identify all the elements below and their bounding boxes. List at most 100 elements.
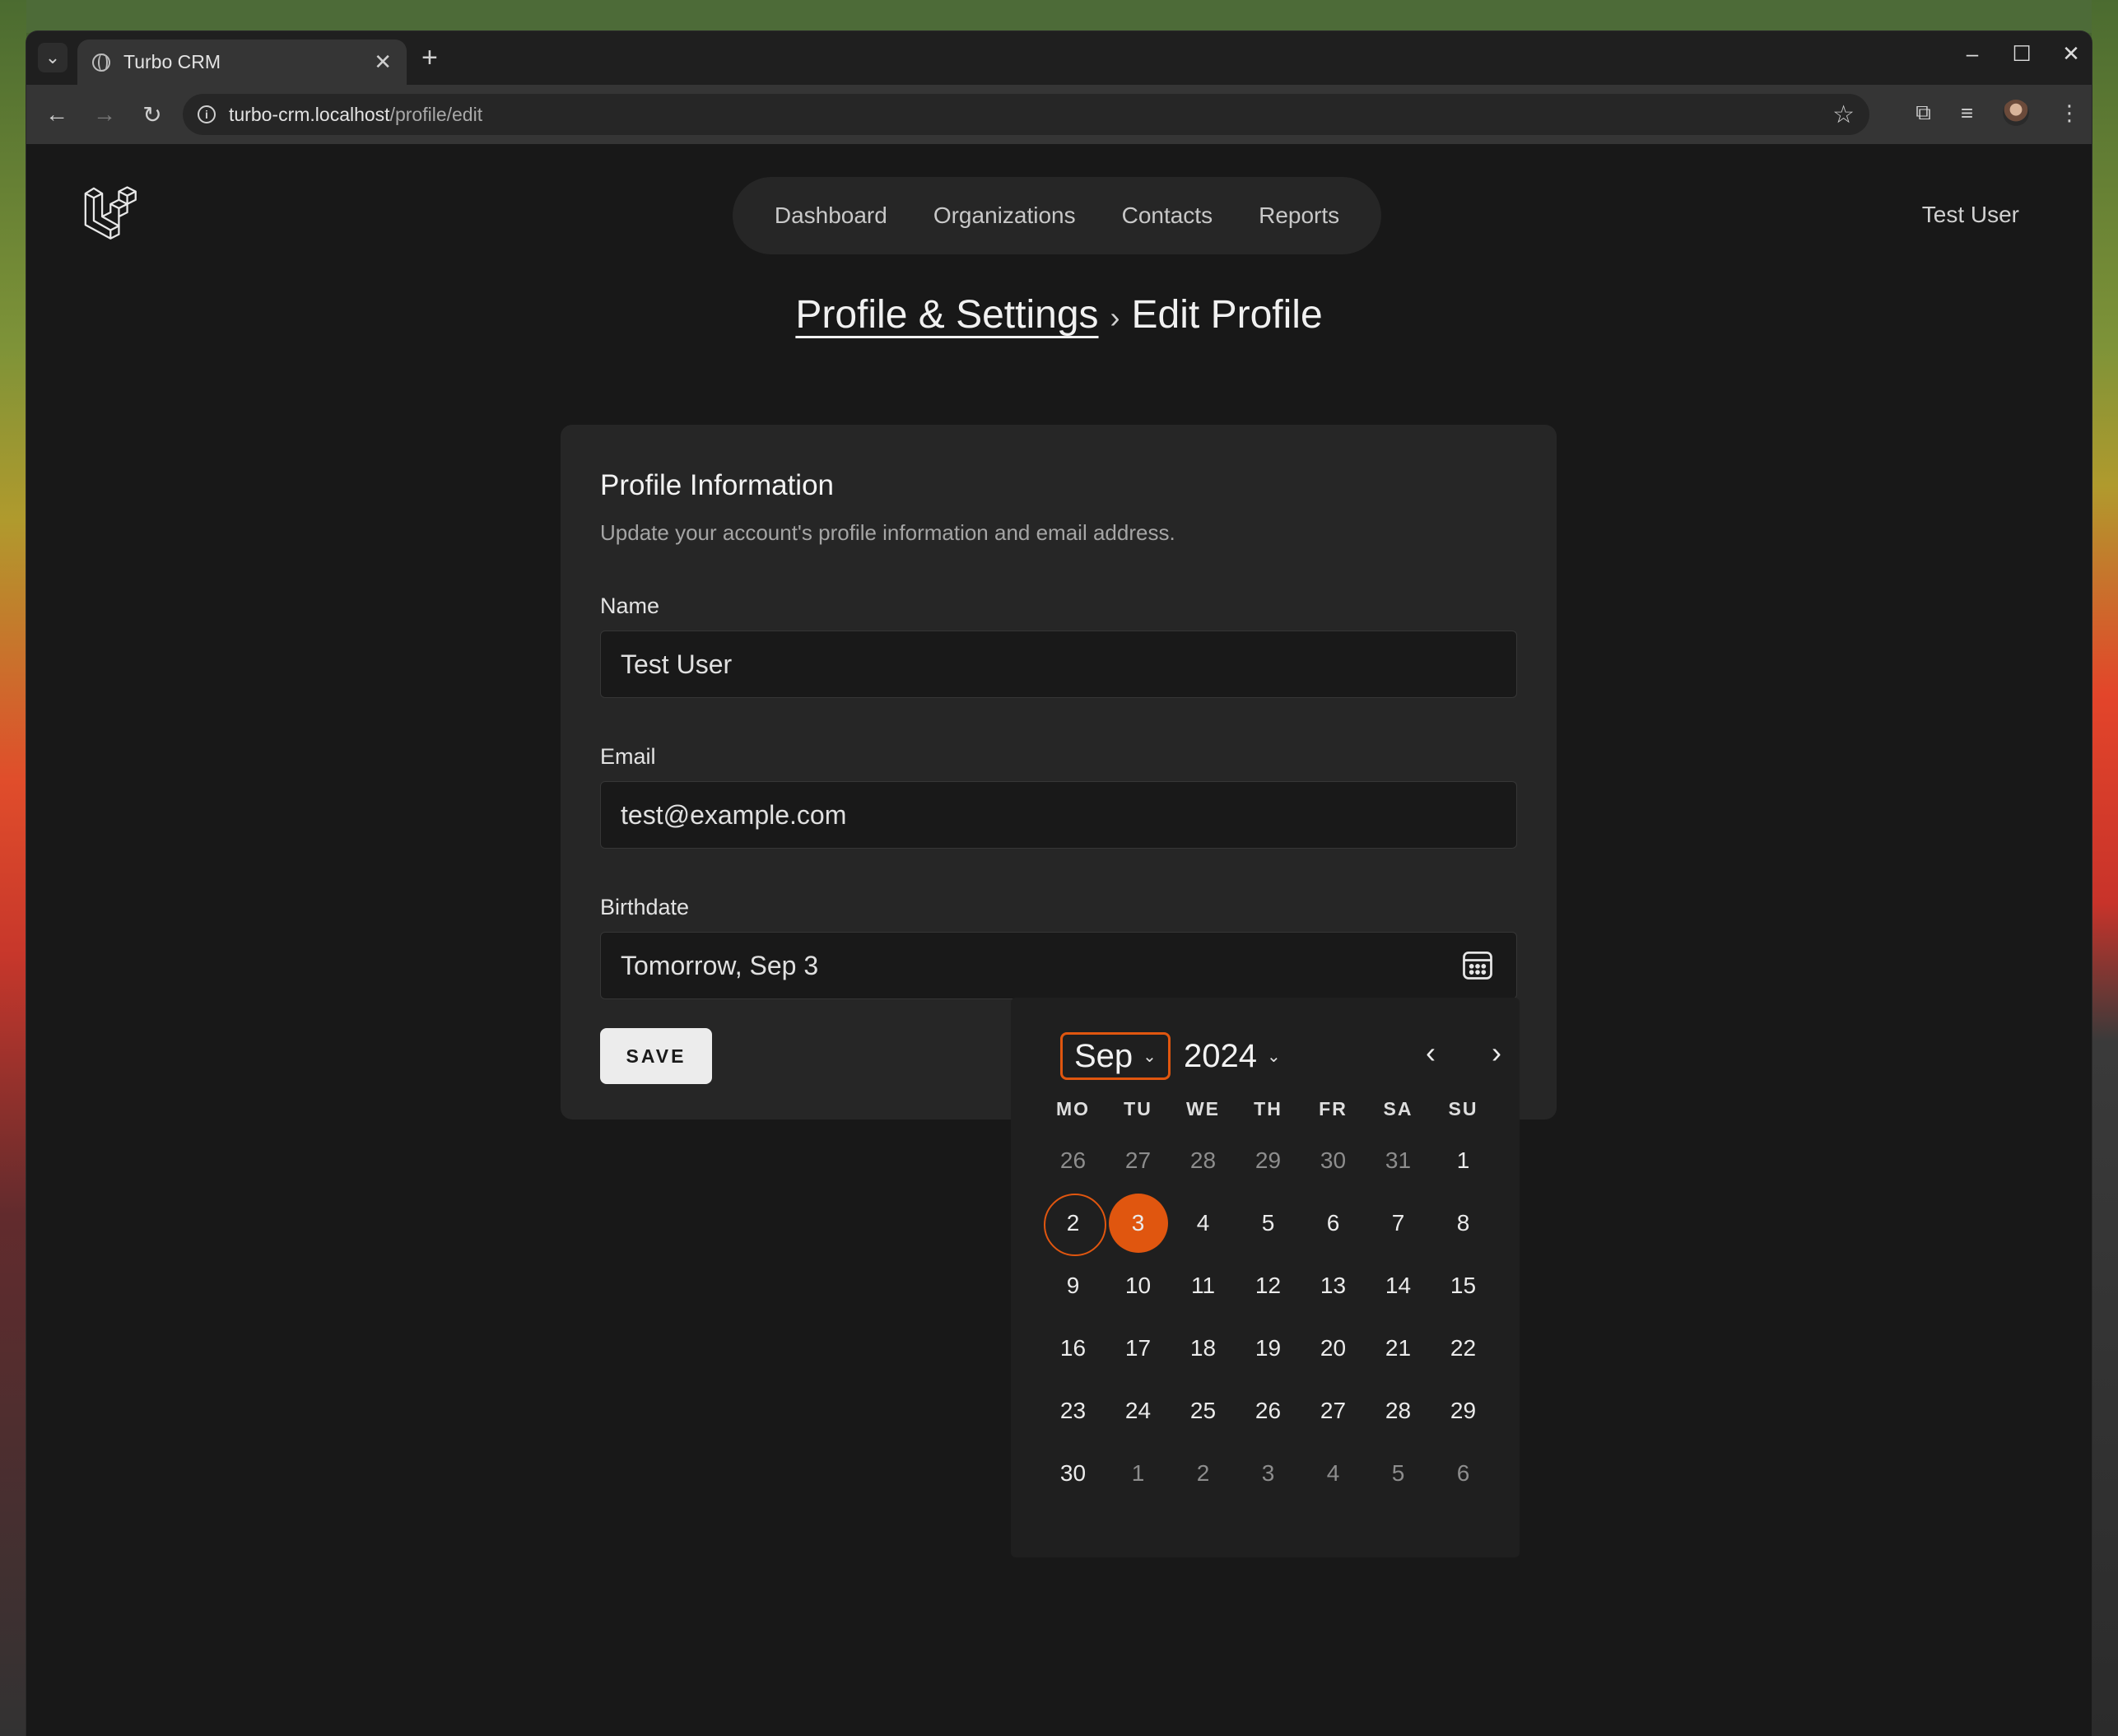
month-select[interactable]: Sep ⌄ — [1060, 1032, 1171, 1080]
calendar-day[interactable]: 9 — [1040, 1254, 1106, 1317]
calendar-day[interactable]: 29 — [1236, 1129, 1301, 1192]
calendar-day[interactable]: 20 — [1301, 1317, 1366, 1380]
calendar-day-number: 14 — [1385, 1273, 1412, 1298]
maximize-icon[interactable]: ☐ — [2011, 41, 2032, 67]
calendar-day-number: 29 — [1450, 1398, 1477, 1423]
year-select[interactable]: 2024 ⌄ — [1184, 1032, 1281, 1080]
save-button[interactable]: SAVE — [600, 1028, 712, 1084]
year-value: 2024 — [1184, 1037, 1257, 1074]
calendar-icon[interactable] — [1456, 943, 1499, 986]
nav-reports[interactable]: Reports — [1259, 202, 1339, 229]
tab-search-dropdown-icon[interactable]: ⌄ — [38, 43, 67, 72]
globe-icon — [92, 53, 110, 72]
profile-avatar-icon[interactable] — [2003, 100, 2029, 126]
email-input[interactable]: test@example.com — [600, 781, 1517, 849]
calendar-day-number: 25 — [1189, 1398, 1217, 1423]
calendar-week-row: 26 27 28 29 30 31 1 — [1040, 1129, 1495, 1192]
calendar-day[interactable]: 13 — [1301, 1254, 1366, 1317]
close-window-icon[interactable]: ✕ — [2060, 41, 2082, 67]
calendar-day[interactable]: 14 — [1366, 1254, 1431, 1317]
weekday-label: MO — [1055, 1098, 1091, 1119]
calendar-day-number: 1 — [1456, 1147, 1470, 1173]
calendar-day[interactable]: 8 — [1431, 1192, 1496, 1254]
page-content: Dashboard Organizations Contacts Reports… — [26, 144, 2092, 1736]
calendar-day[interactable]: 27 — [1301, 1380, 1366, 1442]
extensions-puzzle-icon[interactable]: ⧉ — [1916, 100, 1931, 126]
calendar-day[interactable]: 27 — [1106, 1129, 1171, 1192]
name-label: Name — [600, 593, 660, 618]
calendar-day[interactable]: 11 — [1171, 1254, 1236, 1317]
calendar-day[interactable]: 12 — [1236, 1254, 1301, 1317]
user-menu[interactable]: Test User — [1922, 202, 2019, 228]
calendar-day[interactable]: 4 — [1171, 1192, 1236, 1254]
calendar-day[interactable]: 29 — [1431, 1380, 1496, 1442]
calendar-day[interactable]: 26 — [1040, 1129, 1106, 1192]
calendar-day[interactable]: 5 — [1236, 1192, 1301, 1254]
reload-icon[interactable]: ↻ — [128, 101, 176, 128]
calendar-day[interactable]: 31 — [1366, 1129, 1431, 1192]
calendar-day[interactable]: 26 — [1236, 1380, 1301, 1442]
breadcrumb-profile-settings-link[interactable]: Profile & Settings — [795, 293, 1098, 337]
close-tab-icon[interactable]: ✕ — [374, 49, 392, 75]
calendar-day[interactable]: 3 — [1236, 1442, 1301, 1505]
calendar-day[interactable]: 1 — [1106, 1442, 1171, 1505]
nav-dashboard[interactable]: Dashboard — [775, 202, 887, 229]
minimize-icon[interactable]: – — [1962, 41, 1983, 67]
calendar-day-number: 26 — [1255, 1398, 1282, 1423]
site-info-icon[interactable]: i — [198, 105, 216, 123]
birthdate-input[interactable]: Tomorrow, Sep 3 — [600, 932, 1517, 999]
nav-contacts[interactable]: Contacts — [1122, 202, 1213, 229]
calendar-day[interactable]: 24 — [1106, 1380, 1171, 1442]
calendar-day[interactable]: 1 — [1431, 1129, 1496, 1192]
name-input[interactable]: Test User — [600, 631, 1517, 698]
calendar-day[interactable]: 23 — [1040, 1380, 1106, 1442]
calendar-week-row: 9 10 11 12 13 14 15 — [1040, 1254, 1495, 1317]
calendar-day[interactable]: 15 — [1431, 1254, 1496, 1317]
calendar-day[interactable]: 25 — [1171, 1380, 1236, 1442]
calendar-week-row: 30 1 2 3 4 5 6 — [1040, 1442, 1495, 1505]
nav-organizations[interactable]: Organizations — [933, 202, 1076, 229]
calendar-day[interactable]: 28 — [1171, 1129, 1236, 1192]
calendar-day-number: 7 — [1391, 1210, 1405, 1236]
date-picker-header: Sep ⌄ 2024 ⌄ ‹ › — [1036, 998, 1501, 1088]
bookmark-star-icon[interactable]: ☆ — [1832, 100, 1855, 129]
calendar-day[interactable]: 21 — [1366, 1317, 1431, 1380]
calendar-week-row: 23 24 25 26 27 28 29 — [1040, 1380, 1495, 1442]
forward-arrow-icon[interactable]: → — [81, 101, 128, 128]
calendar-day[interactable]: 6 — [1301, 1192, 1366, 1254]
calendar-day[interactable]: 17 — [1106, 1317, 1171, 1380]
previous-month-chevron-left-icon[interactable]: ‹ — [1414, 1036, 1447, 1070]
calendar-day[interactable]: 6 — [1431, 1442, 1496, 1505]
calendar-day[interactable]: 18 — [1171, 1317, 1236, 1380]
calendar-day[interactable]: 22 — [1431, 1317, 1496, 1380]
calendar-day[interactable]: 30 — [1301, 1129, 1366, 1192]
calendar-day[interactable]: 2 — [1171, 1442, 1236, 1505]
calendar-day[interactable]: 5 — [1366, 1442, 1431, 1505]
next-month-chevron-right-icon[interactable]: › — [1480, 1036, 1513, 1070]
browser-tab[interactable]: Turbo CRM ✕ — [77, 40, 407, 85]
calendar-day-number: 30 — [1059, 1460, 1087, 1486]
calendar-day[interactable]: 3 — [1106, 1192, 1171, 1254]
laravel-logo-icon[interactable] — [82, 185, 137, 240]
calendar-day-number: 20 — [1320, 1335, 1347, 1361]
calendar-day[interactable]: 4 — [1301, 1442, 1366, 1505]
media-queue-icon[interactable]: ≡ — [1961, 100, 1973, 126]
chevron-down-icon: ⌄ — [1143, 1047, 1157, 1066]
desktop-background-right — [2092, 0, 2118, 1736]
calendar-day[interactable]: 10 — [1106, 1254, 1171, 1317]
calendar-day[interactable]: 28 — [1366, 1380, 1431, 1442]
calendar-day[interactable]: 19 — [1236, 1317, 1301, 1380]
calendar-day[interactable]: 30 — [1040, 1442, 1106, 1505]
calendar-day-number: 23 — [1059, 1398, 1087, 1423]
calendar-day-number: 24 — [1124, 1398, 1152, 1423]
back-arrow-icon[interactable]: ← — [33, 101, 81, 128]
address-bar[interactable]: i turbo-crm.localhost/profile/edit ☆ — [183, 94, 1869, 135]
calendar-day[interactable]: 2 — [1040, 1192, 1106, 1256]
browser-menu-icon[interactable]: ⋮ — [2059, 100, 2080, 126]
calendar-day[interactable]: 16 — [1040, 1317, 1106, 1380]
new-tab-plus-icon[interactable]: + — [421, 43, 438, 72]
weekday-label: FR — [1319, 1098, 1348, 1119]
breadcrumb: Profile & Settings › Edit Profile — [26, 292, 2092, 337]
calendar-day[interactable]: 7 — [1366, 1192, 1431, 1254]
window-controls: – ☐ ✕ — [1962, 41, 2082, 67]
